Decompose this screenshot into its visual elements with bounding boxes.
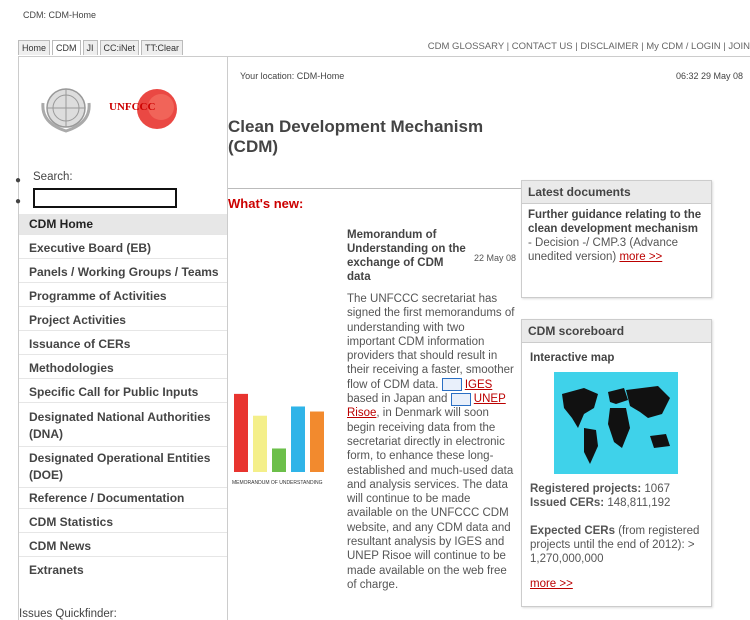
news-image-caption: MEMORANDUM OF UNDERSTANDING <box>232 480 323 486</box>
news-image-bar <box>272 448 286 472</box>
issued-cers-label: Issued CERs: <box>530 497 605 509</box>
latest-documents-more-link[interactable]: more >> <box>619 251 662 263</box>
interactive-map-label: Interactive map <box>530 352 615 364</box>
news-title[interactable]: Memorandum of Understanding on the excha… <box>347 228 467 284</box>
nav-methodologies[interactable]: Methodologies <box>19 358 227 379</box>
window-title: CDM: CDM-Home <box>23 10 96 20</box>
news-image-bar <box>291 406 305 472</box>
tab-tt-clear[interactable]: TT:Clear <box>141 40 184 55</box>
contact-link[interactable]: CONTACT US <box>512 41 573 52</box>
tab-home[interactable]: Home <box>18 40 51 55</box>
tab-cdm[interactable]: CDM <box>52 40 81 55</box>
external-link-icon <box>441 378 462 392</box>
interactive-map[interactable] <box>554 372 678 474</box>
nav-cdm-statistics[interactable]: CDM Statistics <box>19 512 227 533</box>
search-bullet: ● <box>15 175 22 186</box>
timestamp: 06:32 29 May 08 <box>676 71 744 81</box>
top-links: CDM GLOSSARY | CONTACT US | DISCLAIMER |… <box>427 41 750 52</box>
scoreboard-heading: CDM scoreboard <box>522 320 711 343</box>
glossary-link[interactable]: CDM GLOSSARY <box>428 41 504 52</box>
nav-extranets[interactable]: Extranets <box>19 560 227 580</box>
disclaimer-link[interactable]: DISCLAIMER <box>580 41 638 52</box>
issued-cers-row: Issued CERs: 148,811,192 <box>530 496 708 510</box>
un-emblem-icon <box>37 83 95 140</box>
news-image-bar <box>310 411 324 472</box>
registered-projects-value: 1067 <box>644 483 670 495</box>
nav-dna[interactable]: Designated National Authorities (DNA) <box>19 406 227 447</box>
latest-document-entry: Further guidance relating to the clean d… <box>522 204 711 268</box>
page-title: Clean Development Mechanism (CDM) <box>228 117 484 156</box>
issued-cers-value: 148,811,192 <box>607 497 671 509</box>
nav-panels[interactable]: Panels / Working Groups / Teams <box>19 262 227 283</box>
news-image[interactable]: MEMORANDUM OF UNDERSTANDING <box>232 380 332 490</box>
news-paragraph-2: , in Denmark will soon begin receiving d… <box>347 407 514 591</box>
nav-reference-documentation[interactable]: Reference / Documentation <box>19 488 227 509</box>
scoreboard-more-link[interactable]: more >> <box>530 578 573 590</box>
login-link[interactable]: My CDM / LOGIN <box>646 41 720 52</box>
nav-executive-board[interactable]: Executive Board (EB) <box>19 238 227 259</box>
site-tabs: Home CDM JI CC:iNet TT:Clear <box>18 40 184 55</box>
scoreboard-stats: Registered projects: 1067 Issued CERs: 1… <box>530 482 708 566</box>
tab-cc-inet[interactable]: CC:iNet <box>99 40 140 55</box>
news-paragraph: The UNFCCC secretariat has signed the fi… <box>347 293 515 391</box>
nav-cdm-home[interactable]: CDM Home <box>19 214 227 235</box>
latest-document-title[interactable]: Further guidance relating to the clean d… <box>528 209 701 235</box>
news-image-bar <box>253 415 267 472</box>
search-input-bullet: ● <box>15 196 22 207</box>
tab-ji[interactable]: JI <box>82 40 98 55</box>
nav-issuance-of-cers[interactable]: Issuance of CERs <box>19 334 227 355</box>
expected-cers-label: Expected CERs <box>530 525 616 537</box>
search-input[interactable] <box>33 188 177 208</box>
search-label: Search: <box>33 171 73 183</box>
breadcrumb: Your location: CDM-Home <box>240 71 345 81</box>
latest-documents-heading: Latest documents <box>522 181 711 204</box>
news-date: 22 May 08 <box>474 253 517 263</box>
news-iges-tail: based in Japan and <box>347 393 448 406</box>
expected-cers-row: Expected CERs (from registered projects … <box>530 524 708 566</box>
external-link-icon <box>450 392 471 406</box>
sidebar: UNFCCC ● Search: ● CDM Home Executive Bo… <box>15 57 228 620</box>
nav-project-activities[interactable]: Project Activities <box>19 310 227 331</box>
unfccc-logo: UNFCCC <box>107 85 179 138</box>
news-body: The UNFCCC secretariat has signed the fi… <box>347 292 515 592</box>
join-link[interactable]: JOIN <box>728 41 750 52</box>
registered-projects-row: Registered projects: 1067 <box>530 482 708 496</box>
iges-link[interactable]: IGES <box>465 379 492 391</box>
whats-new-heading: What's new: <box>228 196 304 211</box>
nav-doe[interactable]: Designated Operational Entities (DOE) <box>19 447 227 488</box>
news-image-bar <box>234 393 248 472</box>
nav-programme-of-activities[interactable]: Programme of Activities <box>19 286 227 307</box>
latest-documents-panel: Latest documents Further guidance relati… <box>521 180 712 298</box>
title-divider <box>228 188 528 189</box>
nav-cdm-news[interactable]: CDM News <box>19 536 227 557</box>
registered-projects-label: Registered projects: <box>530 483 642 495</box>
issues-quickfinder-label: Issues Quickfinder: <box>19 608 117 620</box>
cdm-scoreboard-panel: CDM scoreboard Interactive map Registere… <box>521 319 712 607</box>
nav-public-inputs[interactable]: Specific Call for Public Inputs <box>19 382 227 403</box>
